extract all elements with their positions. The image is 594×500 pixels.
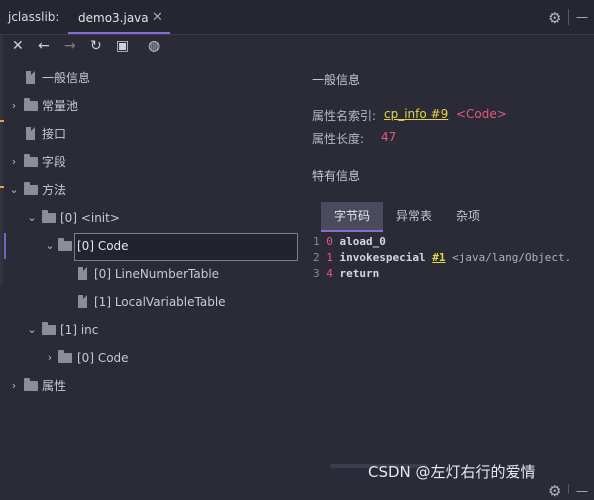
tree-item-method-init[interactable]: ⌄ [0] <init> [0,207,290,229]
minimize-icon[interactable]: — [576,484,588,498]
bytecode-offset: 1 [326,251,333,264]
file-icon [78,267,87,280]
tree-item-constant-pool[interactable]: › 常量池 [0,95,290,117]
name-index-link[interactable]: cp_info #9 [384,107,448,121]
tab-exception-table[interactable]: 异常表 [386,202,442,230]
tree-label: 一般信息 [42,71,91,85]
attribute-length-value: 47 [381,130,397,144]
chevron-down-icon[interactable]: ⌄ [44,235,56,257]
watermark: CSDN @左灯右行的爱情 [368,463,536,481]
chevron-right-icon[interactable]: › [8,375,20,397]
name-index-label: 属性名索引: [312,109,377,123]
tab-bar: jclasslib: demo3.java ✕ ⚙ — [0,0,594,35]
tree-item-interfaces[interactable]: 接口 [0,123,290,145]
back-icon[interactable]: ← [38,38,50,54]
bytecode-offset: 0 [326,235,333,248]
line-number: 3 [313,267,320,280]
close-icon[interactable]: ✕ [12,38,24,54]
tree-label: 属性 [42,379,67,393]
general-info-title: 一般信息 [312,73,361,87]
toolbar: ✕ ← → ↻ ▣ ◍ [0,35,300,63]
folder-icon [42,210,56,223]
line-number: 1 [313,235,320,248]
tree-label: [0] LineNumberTable [94,267,220,281]
line-number: 2 [313,251,320,264]
tab-label: demo3.java [78,11,149,25]
folder-icon [24,182,38,195]
chevron-down-icon[interactable]: ⌄ [26,207,38,229]
opcode-comment: <java/lang/Object. [452,251,572,264]
tree-item-method-inc[interactable]: ⌄ [1] inc [0,319,290,341]
divider [568,484,569,494]
minimize-icon[interactable]: — [576,10,588,24]
file-icon [26,127,35,140]
tree-label: [0] <init> [60,211,120,225]
tree-item-line-number-table[interactable]: [0] LineNumberTable [0,263,290,285]
bytecode-line[interactable]: 3 4 return [313,267,379,280]
gear-icon[interactable]: ⚙ [548,482,561,500]
bytecode-line[interactable]: 1 0 aload_0 [313,235,386,248]
tree-label: [0] Code [77,351,129,365]
chevron-right-icon[interactable]: › [8,95,20,117]
tree-label: [1] LocalVariableTable [94,295,226,309]
opcode-argument-link[interactable]: #1 [432,251,445,264]
attribute-length-label: 属性长度: [312,132,365,146]
web-icon[interactable]: ◍ [148,38,160,54]
tree-label: 接口 [42,127,67,141]
tree-label: [1] inc [60,323,99,337]
tab-bytecode[interactable]: 字节码 [321,202,383,232]
folder-icon [58,350,72,363]
tree-item-fields[interactable]: › 字段 [0,151,290,173]
tree-item-methods[interactable]: ⌄ 方法 [0,179,290,201]
opcode: invokespecial [339,251,426,264]
tree-label: [0] Code [77,239,129,253]
divider [568,9,569,25]
tool-tab-label[interactable]: jclasslib: [8,10,59,24]
chevron-down-icon[interactable]: ⌄ [26,319,38,341]
file-icon [78,295,87,308]
gutter-marker [0,120,4,122]
chevron-right-icon[interactable]: › [8,151,20,173]
tab-misc[interactable]: 杂项 [446,202,490,230]
tree-item-general[interactable]: 一般信息 [0,67,290,89]
chevron-right-icon[interactable]: › [44,347,56,369]
folder-icon [42,322,56,335]
tree-item-attributes[interactable]: › 属性 [0,375,290,397]
folder-icon [24,98,38,111]
gear-icon[interactable]: ⚙ [548,9,561,27]
file-icon [26,71,35,84]
opcode: return [339,267,380,280]
save-icon[interactable]: ▣ [116,38,129,54]
tree-label: 字段 [42,155,67,169]
refresh-icon[interactable]: ↻ [90,38,102,54]
tree-label: 常量池 [42,99,79,113]
tab-demo3-java[interactable]: demo3.java ✕ [68,6,170,34]
tree-item-local-variable-table[interactable]: [1] LocalVariableTable [0,291,290,313]
bytecode-offset: 4 [326,267,333,280]
forward-icon[interactable]: → [64,38,76,54]
chevron-down-icon[interactable]: ⌄ [8,179,20,201]
bytecode-line[interactable]: 2 1 invokespecial #1 <java/lang/Object. [313,251,571,264]
name-index-value: <Code> [456,107,507,121]
tree-item-code-inc[interactable]: › [0] Code [0,347,290,369]
folder-icon [24,378,38,391]
tree-label: 方法 [42,183,67,197]
specific-info-title: 特有信息 [312,169,361,183]
folder-icon [24,154,38,167]
folder-icon [58,238,72,251]
tree-item-code-selected[interactable]: ⌄ [0] Code [0,235,290,257]
tab-close-icon[interactable]: ✕ [152,10,163,25]
opcode: aload_0 [339,235,386,248]
